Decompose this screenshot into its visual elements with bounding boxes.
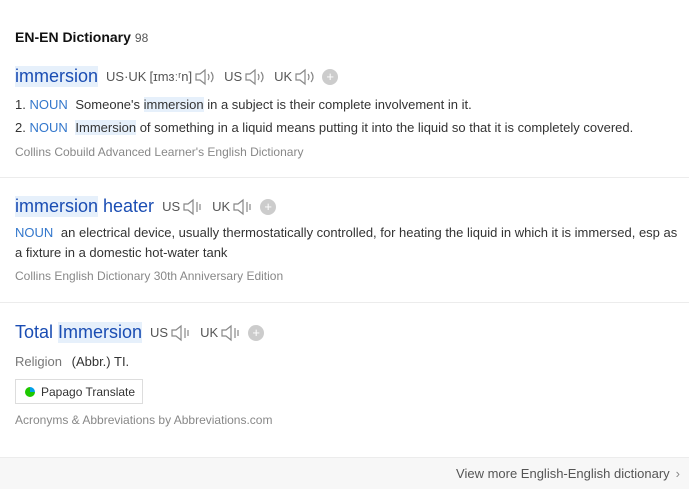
source-link[interactable]: Collins English Dictionary 30th Annivers… [15, 269, 689, 283]
papago-label: Papago Translate [41, 384, 136, 399]
dictionary-title: EN-EN Dictionary [15, 29, 131, 45]
speaker-icon[interactable] [220, 324, 242, 342]
entry-headline: immersion heater US UK + [15, 196, 689, 217]
pronunciation: US·UK [ɪmɜːʳn] [106, 68, 216, 86]
sense-highlight: Immersion [75, 120, 137, 135]
entry-total-immersion: Total Immersion US UK + Religion (Abbr.) … [15, 322, 689, 372]
sense-text-post: in a subject is their complete involveme… [207, 97, 472, 112]
add-wordbook-icon[interactable]: + [260, 198, 277, 215]
divider [0, 302, 689, 303]
domain-label: Religion [15, 354, 62, 369]
pron-label: US·UK [106, 69, 147, 84]
entry-word-rest[interactable]: heater [103, 196, 154, 217]
speaker-icon[interactable] [232, 198, 254, 216]
entry-immersion-heater: immersion heater US UK + NOUN an electric… [15, 196, 689, 283]
source-link[interactable]: Acronyms & Abbreviations by Abbreviation… [15, 413, 272, 427]
definition-text: an electrical device, usually thermostat… [15, 225, 678, 260]
us-label: US [150, 325, 169, 340]
papago-logo-icon [25, 386, 35, 397]
pronunciation-uk: UK [274, 68, 316, 86]
dictionary-header: EN-EN Dictionary 98 [15, 29, 148, 47]
us-label: US [224, 69, 243, 84]
add-wordbook-icon[interactable]: + [248, 324, 265, 341]
entry-word-pre[interactable]: Total [15, 322, 53, 343]
uk-label: UK [212, 199, 231, 214]
pronunciation-uk: UK [212, 198, 254, 216]
ipa-text: [ɪmɜːʳn] [149, 69, 193, 84]
sense-1: 1. NOUN Someone's immersion in a subject… [15, 96, 689, 114]
entry-word-highlight[interactable]: Immersion [58, 322, 143, 343]
footer: View more English-English dictionary › [0, 457, 689, 489]
source-link[interactable]: Collins Cobuild Advanced Learner's Engli… [15, 145, 689, 159]
entry-word-highlight[interactable]: immersion [15, 196, 99, 217]
pronunciation-us: US [162, 198, 204, 216]
sense-number: 1. [15, 97, 26, 112]
speaker-icon[interactable] [194, 68, 216, 86]
abbreviation: Religion (Abbr.) TI. [15, 352, 683, 372]
view-more-link[interactable]: View more English-English dictionary › [456, 466, 680, 481]
view-more-label: View more English-English dictionary [456, 466, 670, 481]
sense-number: 2. [15, 120, 26, 135]
speaker-icon[interactable] [182, 198, 204, 216]
definition: NOUN an electrical device, usually therm… [15, 223, 683, 263]
abbreviation-text: (Abbr.) TI. [71, 354, 130, 369]
chevron-right-icon: › [675, 466, 680, 481]
papago-translate-button[interactable]: Papago Translate [15, 379, 143, 404]
sense-text-pre: Someone's [75, 97, 141, 112]
sense-text-post: of something in a liquid means putting i… [139, 120, 634, 135]
entry-immersion: immersion US·UK [ɪmɜːʳn] US UK + 1. NOUN… [15, 66, 689, 159]
result-count: 98 [134, 31, 149, 45]
pronunciation-us: US [150, 324, 192, 342]
part-of-speech: NOUN [29, 97, 68, 112]
divider [0, 177, 689, 178]
speaker-icon[interactable] [170, 324, 192, 342]
uk-label: UK [200, 325, 219, 340]
part-of-speech: NOUN [15, 225, 54, 240]
entry-word[interactable]: immersion [15, 66, 99, 87]
pronunciation-uk: UK [200, 324, 242, 342]
part-of-speech: NOUN [29, 120, 68, 135]
add-wordbook-icon[interactable]: + [322, 68, 339, 85]
uk-label: UK [274, 69, 293, 84]
sense-highlight: immersion [143, 97, 204, 112]
entry-headline: Total Immersion US UK + [15, 322, 689, 343]
speaker-icon[interactable] [294, 68, 316, 86]
sense-2: 2. NOUN Immersion of something in a liqu… [15, 119, 689, 137]
speaker-icon[interactable] [244, 68, 266, 86]
pronunciation-us: US [224, 68, 266, 86]
us-label: US [162, 199, 181, 214]
entry-headline: immersion US·UK [ɪmɜːʳn] US UK + [15, 66, 689, 87]
